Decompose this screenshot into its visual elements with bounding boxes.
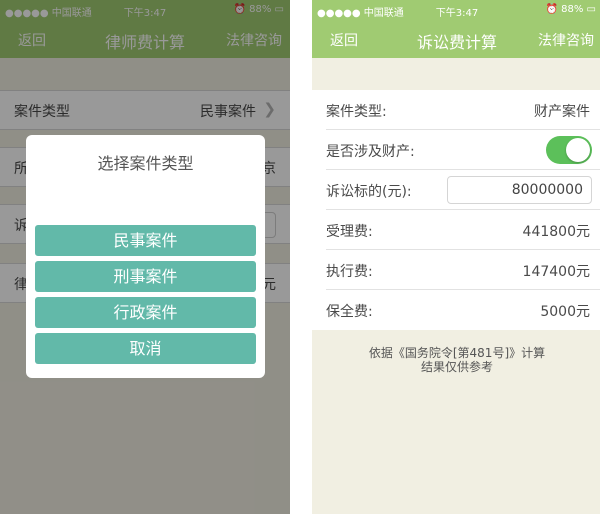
dialog-title: 选择案件类型 bbox=[97, 154, 194, 173]
right-content: 案件类型: 财产案件 是否涉及财产: 诉讼标的(元): 受理费: 441800元… bbox=[312, 58, 600, 514]
property-row: 是否涉及财产: bbox=[326, 130, 600, 170]
case-type-value: 财产案件 bbox=[534, 104, 590, 120]
battery-label: ⏰ 88% ▭ bbox=[545, 4, 596, 15]
civil-case-button[interactable]: 民事案件 bbox=[35, 225, 256, 256]
cancel-button[interactable]: 取消 bbox=[35, 333, 256, 364]
case-type-dialog: 选择案件类型 民事案件 刑事案件 行政案件 取消 bbox=[26, 135, 265, 378]
execution-fee-value: 147400元 bbox=[522, 264, 590, 280]
criminal-case-button[interactable]: 刑事案件 bbox=[35, 261, 256, 292]
preservation-fee-row: 保全费: 5000元 bbox=[326, 290, 600, 330]
preservation-fee-label: 保全费: bbox=[326, 304, 373, 320]
amount-row: 诉讼标的(元): bbox=[326, 170, 600, 210]
preservation-fee-value: 5000元 bbox=[540, 304, 590, 320]
acceptance-fee-row: 受理费: 441800元 bbox=[326, 210, 600, 250]
disclaimer-note: 结果仅供参考 bbox=[420, 360, 493, 374]
execution-fee-row: 执行费: 147400元 bbox=[326, 250, 600, 290]
execution-fee-label: 执行费: bbox=[326, 264, 373, 280]
nav-bar: 返回 诉讼费计算 法律咨询 bbox=[312, 20, 600, 58]
back-button[interactable]: 返回 bbox=[330, 30, 358, 50]
property-toggle[interactable] bbox=[546, 136, 592, 164]
administrative-case-button[interactable]: 行政案件 bbox=[35, 297, 256, 328]
case-type-label: 案件类型: bbox=[326, 104, 387, 120]
property-label: 是否涉及财产: bbox=[326, 144, 415, 160]
legal-consult-button[interactable]: 法律咨询 bbox=[538, 30, 594, 50]
acceptance-fee-value: 441800元 bbox=[522, 224, 590, 240]
fee-form: 案件类型: 财产案件 是否涉及财产: 诉讼标的(元): 受理费: 441800元… bbox=[312, 90, 600, 330]
case-type-row[interactable]: 案件类型: 财产案件 bbox=[326, 90, 600, 130]
right-screen: ●●●●● 中国联通 下午3:47 ⏰ 88% ▭ 返回 诉讼费计算 法律咨询 … bbox=[312, 0, 600, 514]
left-screen: ●●●●● 中国联通 下午3:47 ⏰ 88% ▭ 返回 律师费计算 法律咨询 … bbox=[0, 0, 290, 514]
toggle-knob bbox=[566, 138, 590, 162]
status-bar: ●●●●● 中国联通 下午3:47 ⏰ 88% ▭ bbox=[312, 0, 600, 20]
acceptance-fee-label: 受理费: bbox=[326, 224, 373, 240]
amount-input[interactable] bbox=[447, 176, 592, 204]
amount-label: 诉讼标的(元): bbox=[326, 184, 412, 200]
